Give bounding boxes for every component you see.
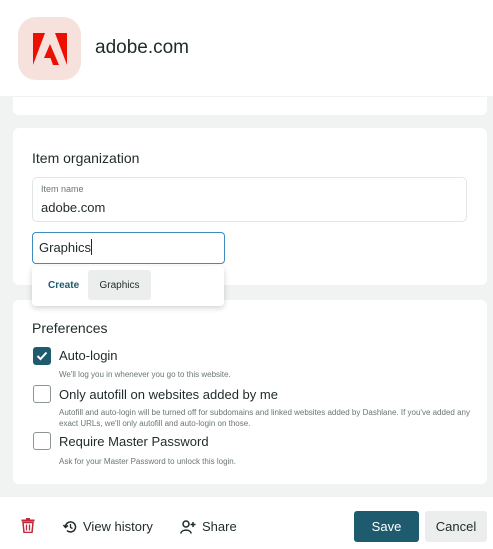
autofill-own-websites-checkbox[interactable] — [33, 385, 51, 403]
page-title: adobe.com — [95, 37, 190, 58]
share-user-icon — [180, 519, 196, 534]
item-name-value[interactable]: adobe.com — [41, 200, 105, 215]
view-history-button[interactable]: View history — [63, 519, 153, 534]
auto-login-checkbox[interactable] — [33, 347, 51, 365]
category-suggestion-graphics[interactable]: Graphics — [88, 270, 151, 300]
preferences-title: Preferences — [32, 320, 108, 336]
delete-button[interactable] — [21, 518, 35, 538]
item-header: adobe.com — [0, 0, 493, 96]
text-caret — [91, 239, 92, 255]
checkmark-icon — [36, 351, 48, 361]
require-master-password-description: Ask for your Master Password to unlock t… — [59, 457, 236, 466]
view-history-label: View history — [83, 519, 153, 534]
previous-section-card — [13, 97, 487, 115]
autofill-own-websites-description: Autofill and auto-login will be turned o… — [59, 408, 470, 428]
autofill-own-websites-label[interactable]: Only autofill on websites added by me — [59, 387, 278, 402]
create-category-option[interactable]: Create — [48, 280, 79, 291]
require-master-password-label[interactable]: Require Master Password — [59, 434, 209, 449]
trash-icon — [21, 518, 35, 534]
item-name-label: Item name — [41, 184, 84, 194]
share-label: Share — [202, 519, 237, 534]
cancel-button[interactable]: Cancel — [425, 511, 487, 542]
auto-login-description: We'll log you in whenever you go to this… — [59, 370, 231, 379]
item-organization-title: Item organization — [32, 150, 140, 166]
save-button[interactable]: Save — [354, 511, 419, 542]
share-button[interactable]: Share — [180, 519, 237, 534]
auto-login-label[interactable]: Auto-login — [59, 348, 118, 363]
history-icon — [63, 520, 77, 533]
category-input-value[interactable]: Graphics — [39, 240, 91, 255]
require-master-password-checkbox[interactable] — [33, 432, 51, 450]
adobe-logo-icon — [18, 17, 81, 80]
